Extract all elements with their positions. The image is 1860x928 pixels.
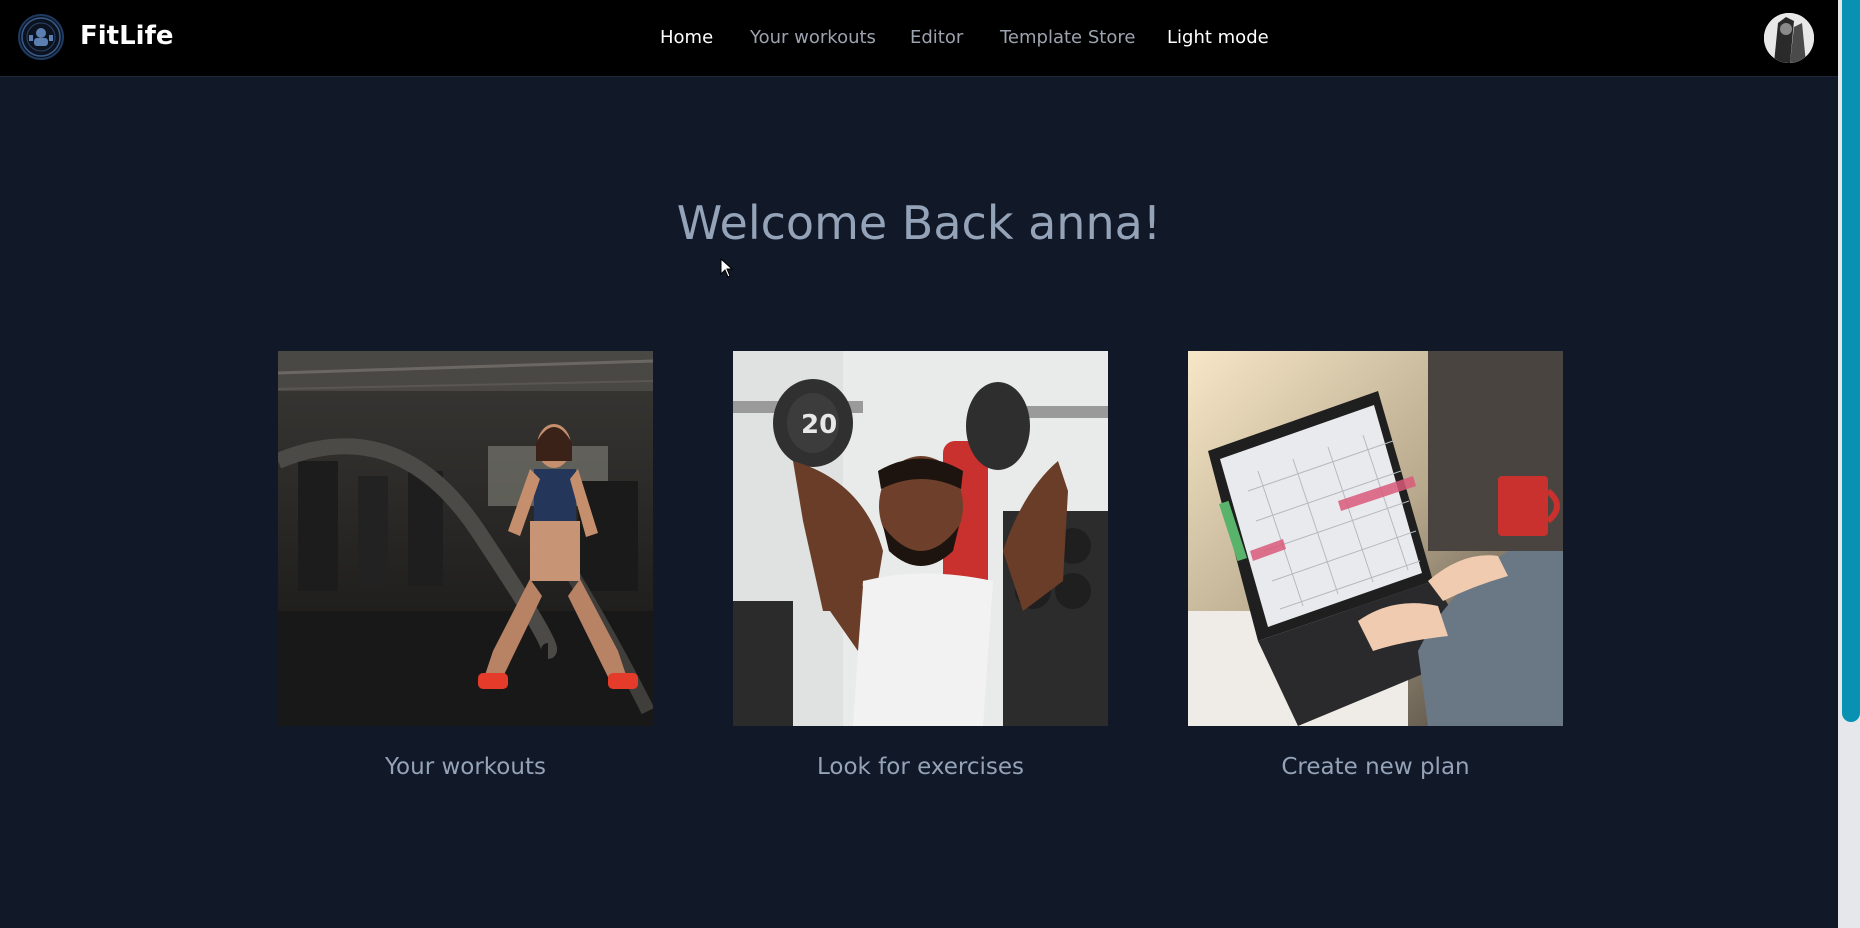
nav-your-workouts[interactable]: Your workouts: [750, 27, 876, 48]
scrollbar-thumb[interactable]: [1842, 0, 1860, 722]
battle-ropes-workout-photo: [278, 351, 653, 726]
card-create-new-plan[interactable]: Create new plan: [1188, 351, 1563, 780]
user-avatar[interactable]: [1764, 13, 1814, 63]
light-mode-toggle[interactable]: Light mode: [1167, 27, 1269, 48]
card-label: Your workouts: [385, 754, 546, 780]
card-your-workouts[interactable]: Your workouts: [278, 351, 653, 780]
welcome-heading: Welcome Back anna!: [676, 196, 1162, 250]
nav-template-store[interactable]: Template Store: [1000, 27, 1135, 48]
card-label: Create new plan: [1281, 754, 1470, 780]
dumbbell-press-photo: 20: [733, 351, 1108, 726]
laptop-calendar-photo: [1188, 351, 1563, 726]
top-navbar: FitLife Home Your workouts Editor Templa…: [0, 0, 1838, 77]
brand-name[interactable]: FitLife: [80, 21, 174, 51]
card-label: Look for exercises: [816, 754, 1025, 780]
card-look-for-exercises[interactable]: 20 Look for exercises: [733, 351, 1108, 780]
fitlife-logo-icon[interactable]: [18, 14, 64, 60]
nav-home[interactable]: Home: [660, 27, 713, 48]
nav-editor[interactable]: Editor: [910, 27, 963, 48]
mouse-cursor-icon: [720, 258, 734, 278]
svg-text:20: 20: [801, 410, 837, 440]
